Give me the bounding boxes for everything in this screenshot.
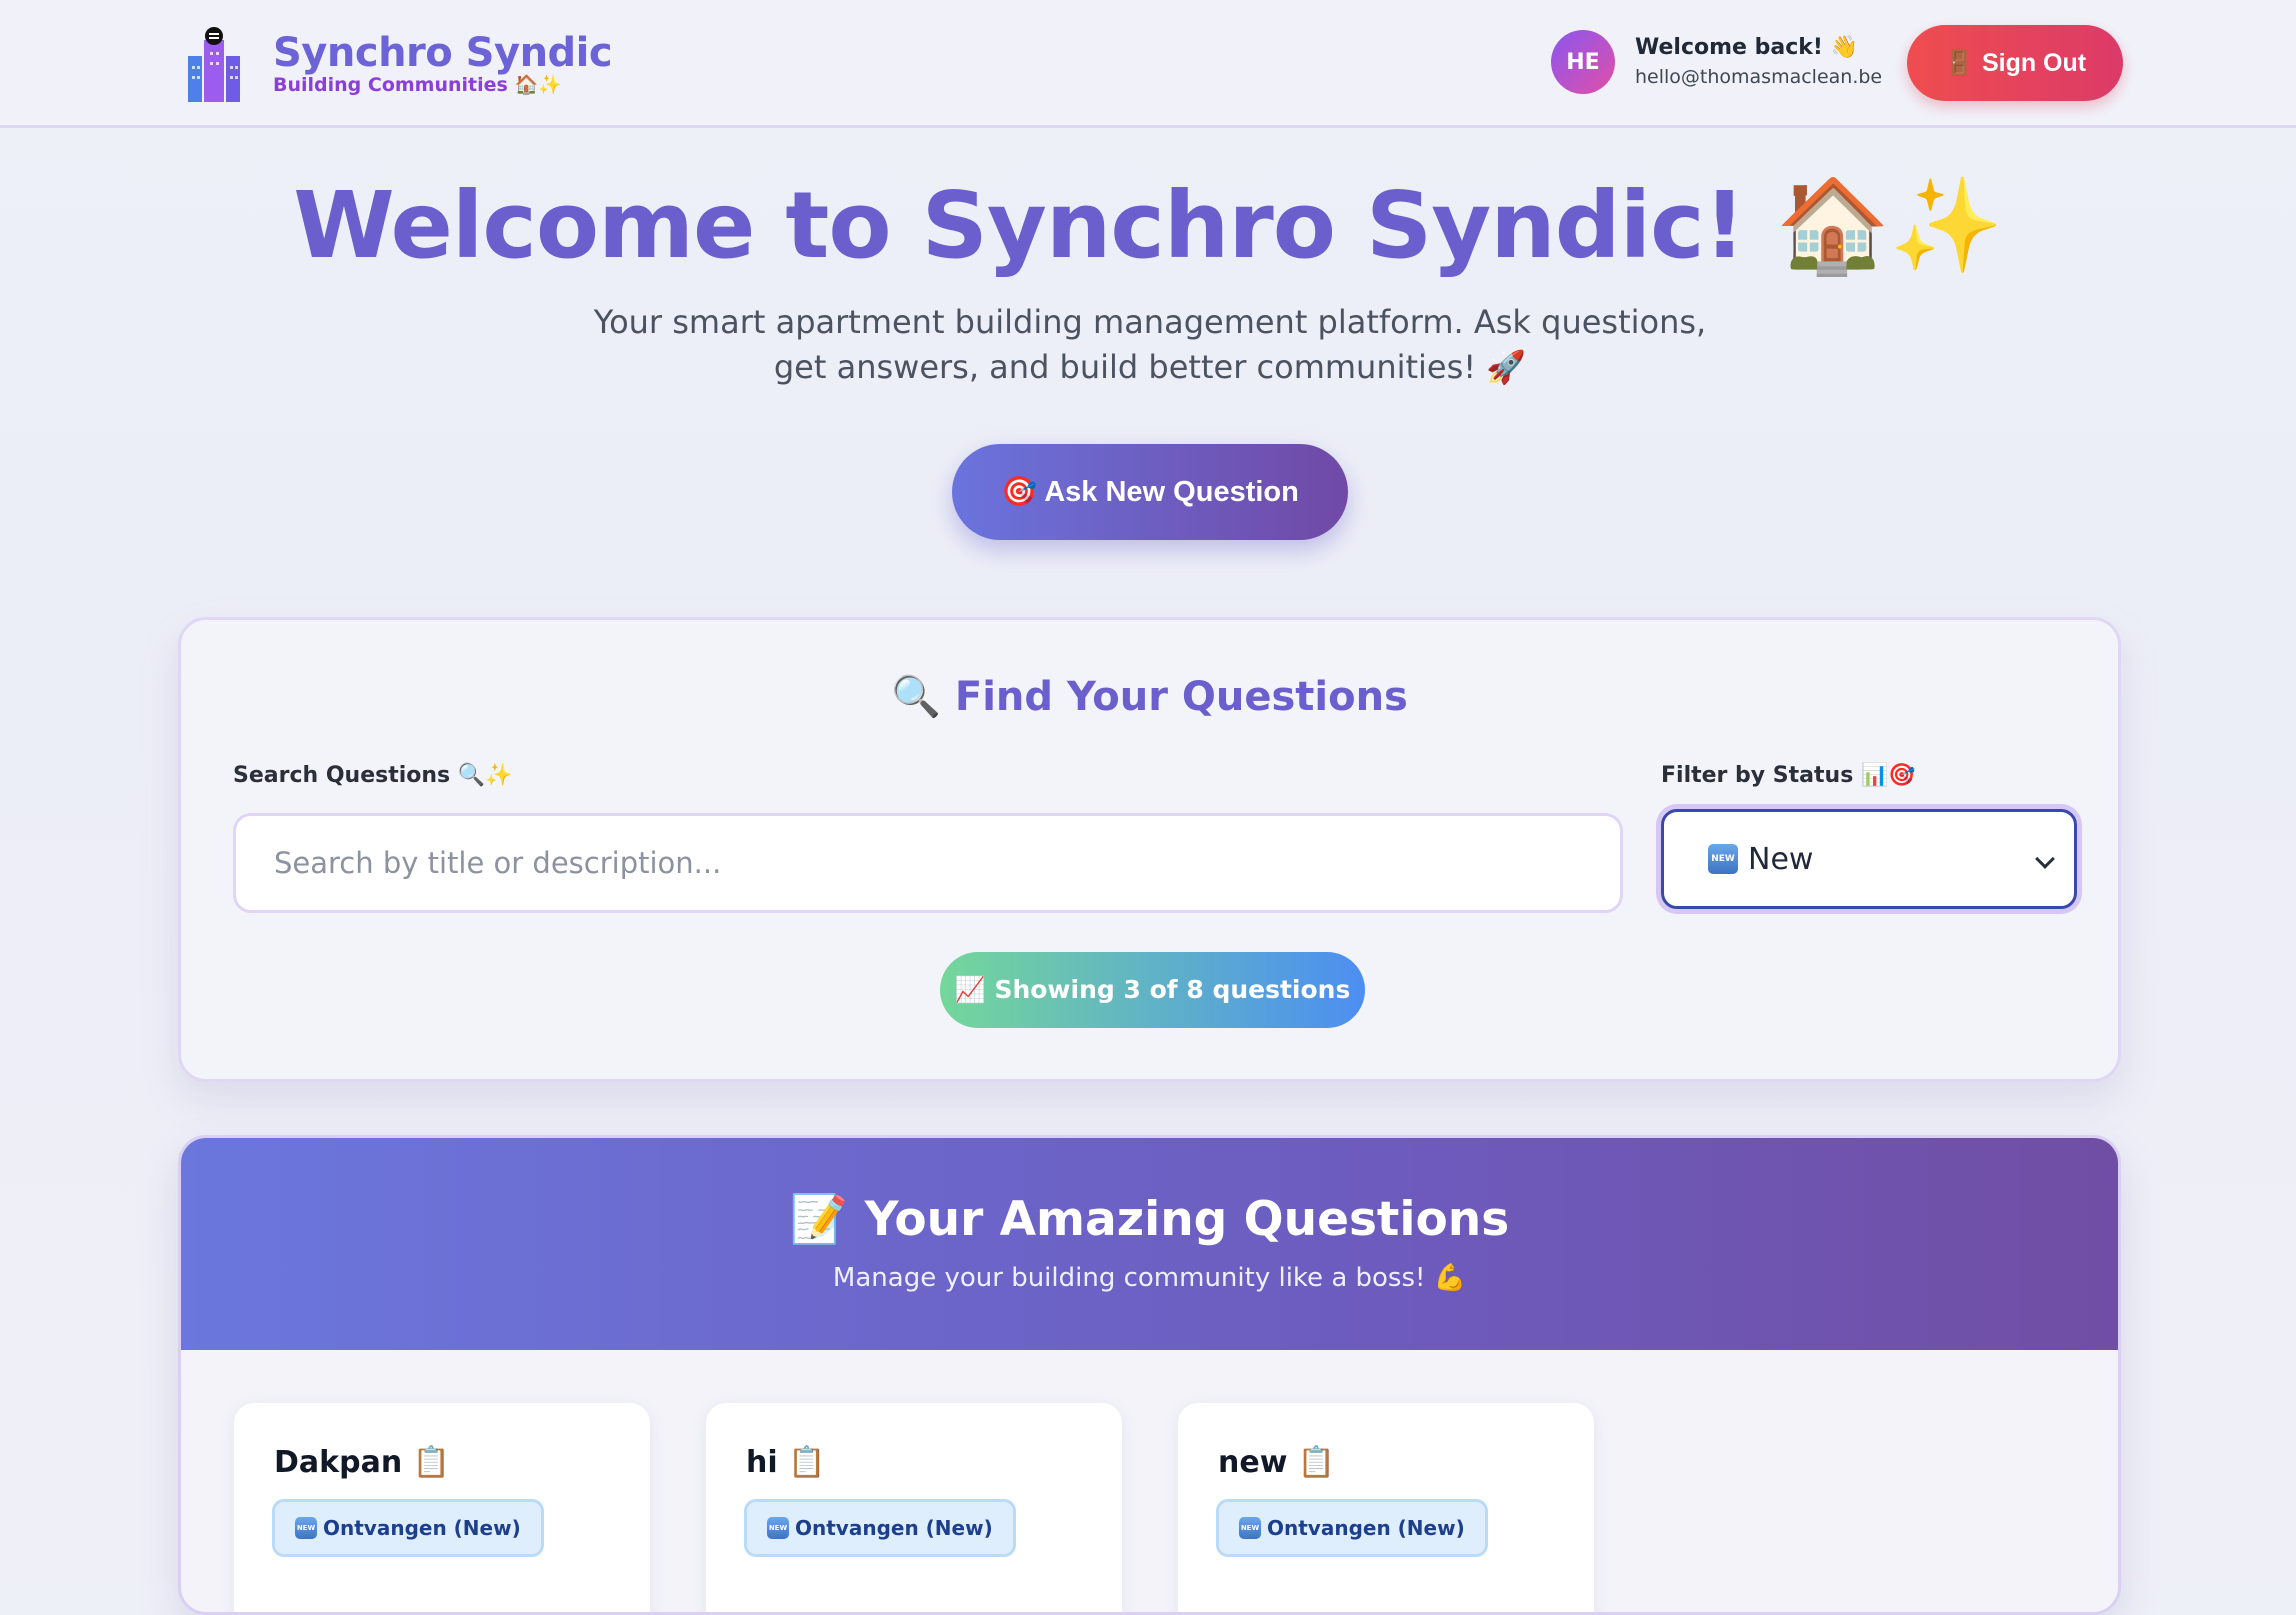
sign-out-button[interactable]: 🚪 Sign Out — [1907, 25, 2123, 101]
questions-panel-header: 📝 Your Amazing Questions Manage your bui… — [181, 1138, 2118, 1350]
question-card[interactable]: Dakpan 📋 NEW Ontvangen (New) — [234, 1403, 650, 1612]
building-logo-icon — [188, 27, 240, 102]
new-badge-icon: NEW — [767, 1517, 789, 1539]
questions-title: 📝 Your Amazing Questions — [789, 1192, 1510, 1247]
brand-title[interactable]: Synchro Syndic — [273, 30, 613, 76]
new-badge-icon: NEW — [1708, 844, 1738, 874]
status-badge-label: Ontvangen (New) — [795, 1516, 993, 1540]
new-badge-icon: NEW — [1239, 1517, 1261, 1539]
status-filter-select[interactable]: NEW New — [1661, 809, 2077, 909]
user-email: hello@thomasmaclean.be — [1635, 66, 1883, 88]
chevron-down-icon — [2035, 849, 2055, 869]
user-avatar[interactable]: HE — [1551, 30, 1615, 94]
question-title[interactable]: new 📋 — [1218, 1445, 1335, 1480]
app-header: Synchro Syndic Building Communities 🏠✨ H… — [0, 0, 2296, 128]
hero-title: Welcome to Synchro Syndic! 🏠✨ — [293, 172, 2003, 279]
question-card[interactable]: hi 📋 NEW Ontvangen (New) — [706, 1403, 1122, 1612]
status-badge: NEW Ontvangen (New) — [1216, 1499, 1488, 1557]
search-card: 🔍 Find Your Questions Search Questions 🔍… — [178, 617, 2121, 1082]
brand-subtitle: Building Communities 🏠✨ — [273, 74, 562, 96]
ask-new-question-button[interactable]: 🎯 Ask New Question — [952, 444, 1348, 540]
search-heading: 🔍 Find Your Questions — [891, 674, 1408, 720]
question-title[interactable]: Dakpan 📋 — [274, 1445, 450, 1480]
status-badge: NEW Ontvangen (New) — [744, 1499, 1016, 1557]
status-filter-value: New — [1748, 841, 1814, 877]
status-badge-label: Ontvangen (New) — [323, 1516, 521, 1540]
search-label: Search Questions 🔍✨ — [233, 763, 513, 788]
results-count-badge: 📈 Showing 3 of 8 questions — [940, 952, 1365, 1028]
welcome-text: Welcome back! 👋 — [1635, 35, 1858, 60]
question-card[interactable]: new 📋 NEW Ontvangen (New) — [1178, 1403, 1594, 1612]
question-title[interactable]: hi 📋 — [746, 1445, 825, 1480]
questions-panel: 📝 Your Amazing Questions Manage your bui… — [178, 1135, 2121, 1615]
status-badge: NEW Ontvangen (New) — [272, 1499, 544, 1557]
new-badge-icon: NEW — [295, 1517, 317, 1539]
status-badge-label: Ontvangen (New) — [1267, 1516, 1465, 1540]
questions-subtitle: Manage your building community like a bo… — [832, 1263, 1467, 1293]
search-input[interactable] — [233, 813, 1623, 913]
filter-label: Filter by Status 📊🎯 — [1661, 763, 1916, 788]
hero-subtitle: Your smart apartment building management… — [593, 303, 1707, 386]
